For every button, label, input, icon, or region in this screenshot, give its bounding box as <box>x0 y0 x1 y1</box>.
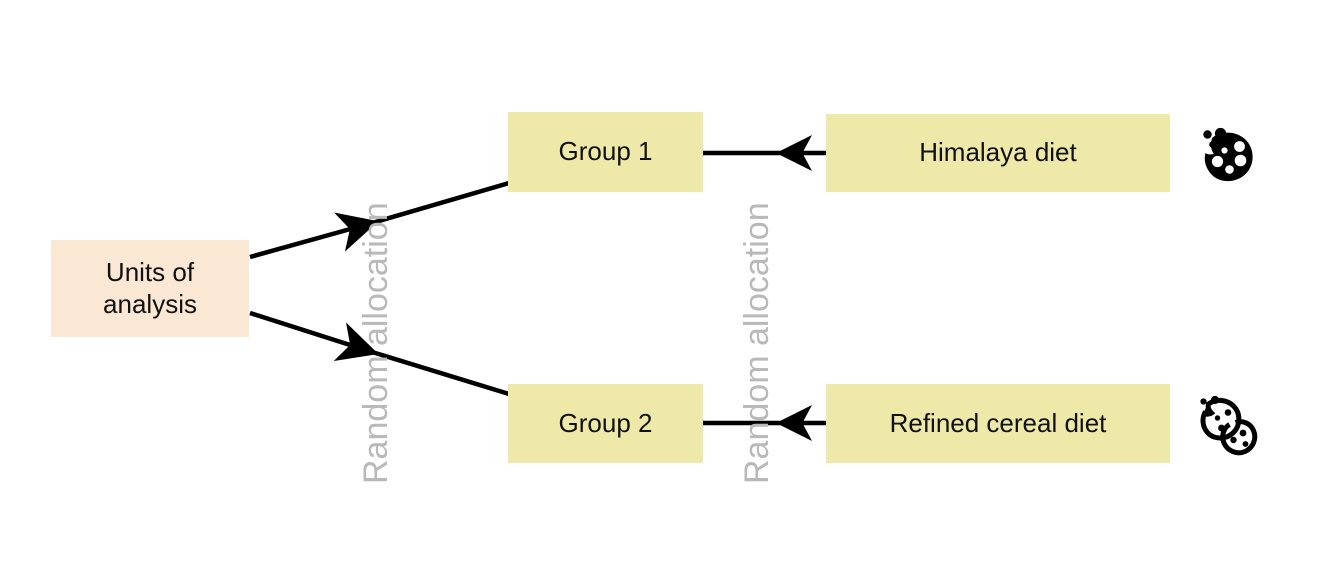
node-himalaya-diet-label: Himalaya diet <box>919 137 1077 168</box>
label-random-allocation-right: Random allocation <box>738 202 777 484</box>
node-himalaya-diet[interactable]: Himalaya diet <box>826 114 1170 192</box>
node-units-of-analysis-label-line2: analysis <box>103 288 197 319</box>
node-units-of-analysis-label-line1: Units of <box>105 256 195 287</box>
node-refined-cereal-diet-label: Refined cereal diet <box>889 407 1107 438</box>
filled-cookie-icon <box>1190 120 1262 192</box>
edge-source-to-group2 <box>249 310 379 362</box>
label-random-allocation-left-text: Random allocation <box>357 202 395 484</box>
node-group-2-label: Group 2 <box>558 407 653 438</box>
diagram-canvas: Units of analysis Group 1 Group 2 Himala… <box>0 0 1344 576</box>
node-group-2[interactable]: Group 2 <box>508 384 703 463</box>
edge-source-to-group1 <box>249 212 379 260</box>
outlined-cookies-icon <box>1190 390 1262 462</box>
label-random-allocation-right-text: Random allocation <box>738 202 776 484</box>
node-group-1[interactable]: Group 1 <box>508 112 703 192</box>
label-random-allocation-left: Random allocation <box>357 202 396 484</box>
node-group-1-label: Group 1 <box>558 136 653 167</box>
node-units-of-analysis[interactable]: Units of analysis <box>51 240 249 337</box>
node-refined-cereal-diet[interactable]: Refined cereal diet <box>826 384 1170 463</box>
